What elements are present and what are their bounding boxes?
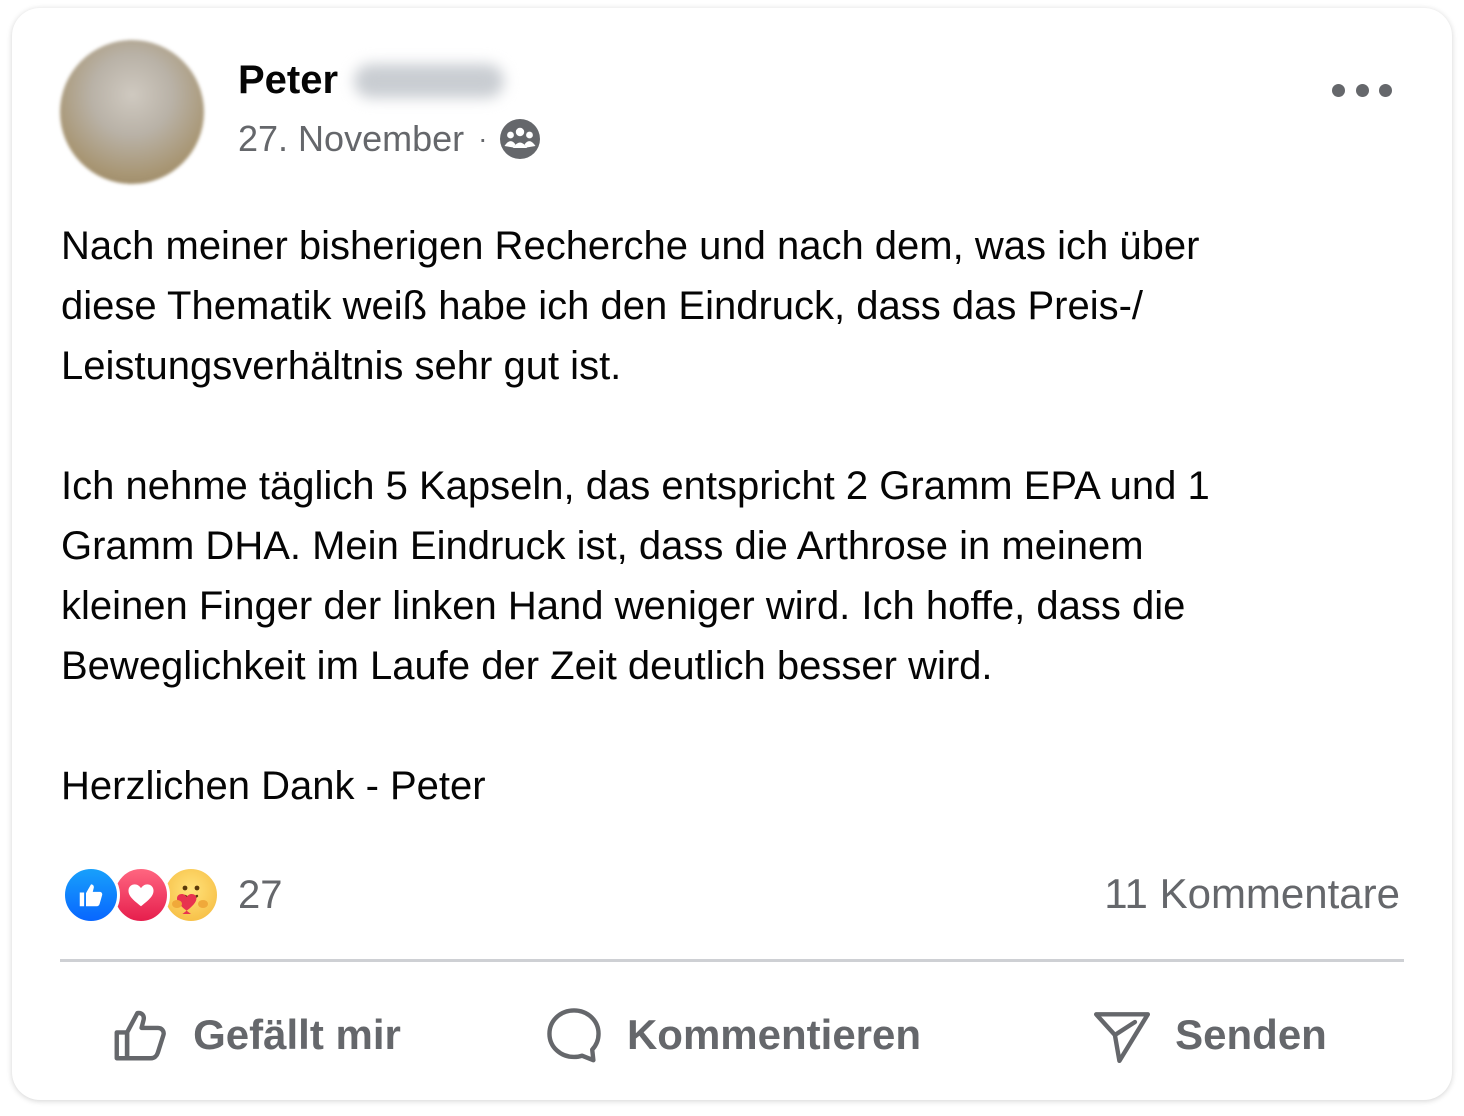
- like-button[interactable]: Gefällt mir: [60, 988, 450, 1082]
- divider: [60, 959, 1404, 962]
- group-icon: [499, 118, 541, 160]
- thumbs-up-icon: [114, 1010, 166, 1061]
- action-bar: Gefällt mir Kommentieren Senden: [60, 988, 1404, 1082]
- send-button-label: Senden: [1175, 1011, 1327, 1058]
- post-body: Nach meiner bisherigen Recherche und nac…: [61, 216, 1411, 816]
- comment-button-label: Kommentieren: [626, 1011, 922, 1058]
- avatar[interactable]: [60, 40, 204, 184]
- author-name[interactable]: Peter: [238, 58, 505, 103]
- send-button[interactable]: Senden: [1014, 988, 1404, 1082]
- like-reaction-icon: [62, 866, 120, 924]
- post-date[interactable]: 27. November: [238, 118, 464, 160]
- paragraph-spacer: [61, 396, 1411, 456]
- post-card: Peter 27. November · Nach meiner bisheri…: [12, 8, 1452, 1100]
- send-icon: [1094, 1012, 1151, 1064]
- reactions-summary[interactable]: 27: [62, 866, 283, 924]
- post-paragraph-2: Ich nehme täglich 5 Kapseln, das entspri…: [61, 464, 1210, 688]
- like-button-label: Gefällt mir: [193, 1011, 401, 1058]
- meta-separator: ·: [478, 123, 488, 154]
- reaction-count[interactable]: 27: [238, 873, 283, 918]
- love-reaction-icon: [112, 866, 170, 924]
- post-paragraph-3: Herzlichen Dank - Peter: [61, 764, 486, 808]
- blurred-surname: [354, 63, 505, 98]
- comments-count[interactable]: 11 Kommentare: [1104, 870, 1400, 918]
- post-paragraph-1: Nach meiner bisherigen Recherche und nac…: [61, 224, 1200, 388]
- post-meta: 27. November ·: [238, 118, 541, 160]
- paragraph-spacer: [61, 696, 1411, 756]
- author-first-name[interactable]: Peter: [238, 58, 338, 103]
- comment-icon: [547, 1008, 601, 1063]
- care-reaction-icon: [162, 866, 220, 924]
- comment-button[interactable]: Kommentieren: [497, 988, 967, 1082]
- more-options-icon[interactable]: [1332, 72, 1392, 108]
